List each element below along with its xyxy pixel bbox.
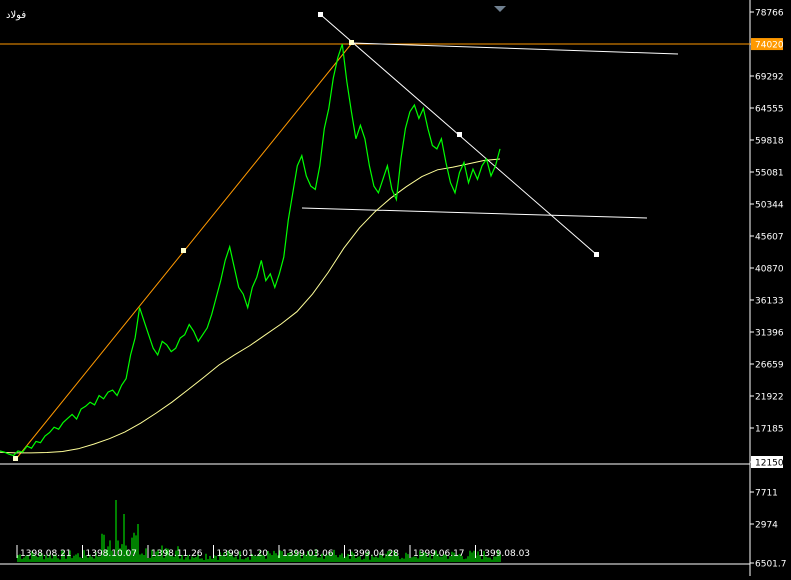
price-tick-label: 50344 (755, 200, 784, 210)
anchor-handle[interactable] (594, 252, 599, 257)
anchor-handle[interactable] (181, 248, 186, 253)
time-tick-label: 1399.04.28 (348, 549, 400, 559)
price-tick-label: 78766 (755, 9, 784, 19)
price-tick-label: 26659 (755, 360, 784, 370)
price-tick-label: 36133 (755, 296, 784, 306)
anchor-handle[interactable] (13, 456, 18, 461)
chart-window: فولاد 78766 74020 69292 64555 59818 55081 5034… (0, 0, 791, 576)
price-tick-label: 17185 (755, 424, 784, 434)
volume-tick-label: 7711 (755, 489, 778, 499)
price-tick-label: 31396 (755, 328, 784, 338)
time-tick-label: 1398.11.26 (151, 549, 203, 559)
price-tick-label: 40870 (755, 264, 784, 274)
time-tick-label: 1399.08.03 (479, 549, 531, 559)
price-axis: 78766 74020 69292 64555 59818 55081 50344 45607… (750, 9, 784, 469)
price-tick-label: 69292 (755, 72, 784, 82)
price-tick-label: 59818 (755, 136, 784, 146)
price-tick-label: 55081 (755, 168, 784, 178)
symbol-label: فولاد (6, 10, 26, 21)
volume-tick-label: 2974 (755, 521, 778, 531)
price-tick-label: 74020 (755, 41, 784, 51)
volume-tick-label: 6501.7 (755, 560, 787, 570)
price-tick-label: 21922 (755, 392, 784, 402)
time-tick-label: 1398.10.07 (86, 549, 138, 559)
price-chart: فولاد 78766 74020 69292 64555 59818 55081 5034… (0, 0, 791, 576)
time-tick-label: 1399.06.17 (413, 549, 465, 559)
price-tick-label: 12150 (755, 459, 784, 469)
anchor-handle[interactable] (318, 12, 323, 17)
price-tick-label: 64555 (755, 104, 784, 114)
anchor-handle[interactable] (457, 132, 462, 137)
time-tick-label: 1399.03.06 (282, 549, 334, 559)
price-tick-label: 45607 (755, 232, 784, 242)
time-tick-label: 1399.01.20 (217, 549, 269, 559)
time-tick-label: 1398.08.21 (20, 549, 72, 559)
anchor-handle[interactable] (349, 40, 354, 45)
